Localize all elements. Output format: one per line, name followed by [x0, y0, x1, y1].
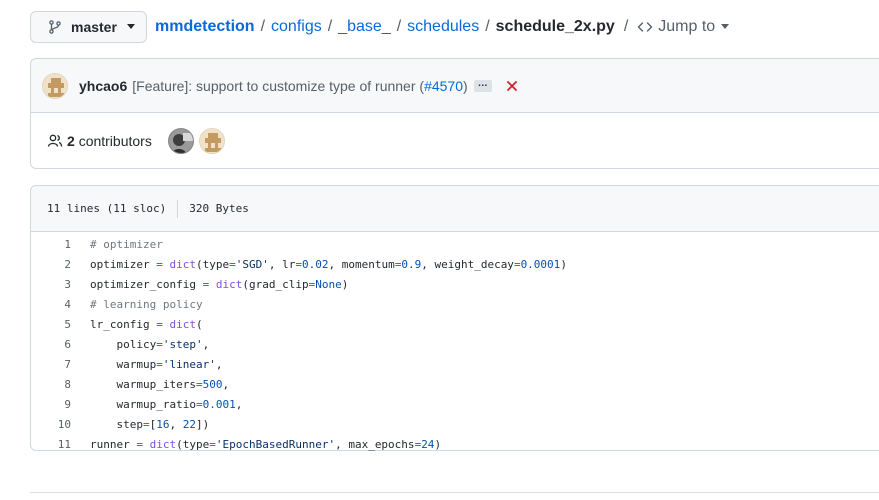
file-name: schedule_2x.py	[495, 17, 615, 35]
contributors-count: 2	[67, 133, 75, 149]
jump-to-label: Jump to	[658, 17, 716, 35]
branch-select-button[interactable]: master	[30, 10, 147, 43]
avatar[interactable]	[198, 128, 225, 154]
file-viewer: 11 lines (11 sloc) 320 Bytes 1 # optimize…	[30, 185, 879, 451]
commit-message[interactable]: [Feature]: support to customize type of …	[132, 78, 467, 94]
code-line: 4 # learning policy	[31, 294, 879, 314]
avatar[interactable]	[42, 72, 68, 99]
path-link-base[interactable]: _base_	[338, 18, 391, 36]
path-link-schedules[interactable]: schedules	[407, 18, 479, 36]
file-info-header: 11 lines (11 sloc) 320 Bytes	[31, 186, 879, 232]
line-number[interactable]: 8	[31, 378, 71, 391]
code-icon	[638, 21, 653, 32]
repo-link[interactable]: mmdetection	[155, 18, 255, 36]
jump-to-button[interactable]: Jump to	[637, 17, 730, 36]
line-number[interactable]: 2	[31, 258, 71, 271]
identicon-icon	[43, 73, 67, 98]
pull-request-link[interactable]: #4570	[424, 78, 463, 94]
line-number[interactable]: 10	[31, 418, 71, 431]
path-separator: /	[485, 17, 490, 35]
line-number[interactable]: 9	[31, 398, 71, 411]
file-info-divider	[177, 199, 179, 218]
latest-commit-row: yhcao6 [Feature]: support to customize t…	[31, 59, 879, 113]
code-line-content: runner = dict(type='EpochBasedRunner', m…	[90, 437, 442, 451]
contributor-avatars	[167, 128, 230, 154]
code-line-content: step=[16, 22])	[90, 417, 210, 431]
breadcrumb: master mmdetection / configs / _base_ / …	[30, 10, 730, 43]
branch-name: master	[71, 18, 117, 35]
path-separator: /	[396, 17, 402, 35]
code-line-content: policy='step',	[90, 337, 210, 351]
line-number[interactable]: 7	[31, 358, 71, 371]
code-line: 2 optimizer = dict(type='SGD', lr=0.02, m…	[31, 254, 879, 274]
git-branch-icon	[49, 19, 61, 34]
pr-open-paren: (	[415, 77, 425, 94]
code-line: 3 optimizer_config = dict(grad_clip=None)	[31, 274, 879, 294]
line-number[interactable]: 1	[31, 238, 71, 251]
file-path: mmdetection / configs / _base_ / schedul…	[155, 17, 730, 36]
expand-commit-message-button[interactable]: …	[473, 78, 492, 92]
code-line: 1 # optimizer	[31, 234, 879, 254]
contributors-link[interactable]: 2 contributors	[67, 133, 152, 149]
code-line-content: warmup_iters=500,	[90, 377, 230, 391]
avatar[interactable]	[167, 128, 194, 154]
code-line: 8 warmup_iters=500,	[31, 374, 879, 394]
people-icon	[47, 134, 63, 147]
x-icon	[506, 80, 517, 91]
code-line-content: # optimizer	[90, 237, 163, 251]
line-number[interactable]: 3	[31, 278, 71, 291]
path-separator: /	[327, 17, 333, 35]
code-line-content: lr_config = dict(	[90, 317, 203, 331]
latest-commit-box: yhcao6 [Feature]: support to customize t…	[30, 58, 879, 169]
line-number[interactable]: 6	[31, 338, 71, 351]
user-photo-icon	[168, 129, 193, 153]
contributors-row: 2 contributors	[31, 113, 879, 169]
path-separator: /	[260, 17, 266, 35]
path-separator: /	[623, 17, 629, 35]
commit-author-link[interactable]: yhcao6	[79, 78, 127, 94]
code-line-content: optimizer_config = dict(grad_clip=None)	[90, 277, 349, 291]
code-body: 1 # optimizer 2 optimizer = dict(type='SGD'…	[31, 232, 879, 454]
code-line: 6 policy='step',	[31, 334, 879, 354]
file-line-count: 11 lines (11 sloc)	[47, 202, 167, 215]
code-line: 5 lr_config = dict(	[31, 314, 879, 334]
code-line-content: warmup_ratio=0.001,	[90, 397, 243, 411]
code-line: 9 warmup_ratio=0.001,	[31, 394, 879, 414]
divider	[30, 492, 879, 493]
line-number[interactable]: 11	[31, 438, 71, 451]
build-status[interactable]	[506, 80, 518, 92]
identicon-icon	[199, 129, 224, 153]
chevron-down-icon	[126, 24, 135, 29]
code-line: 10 step=[16, 22])	[31, 414, 879, 434]
code-line-content: warmup='linear',	[90, 357, 223, 371]
commit-message-text: [Feature]: support to customize type of …	[132, 77, 416, 94]
chevron-down-icon	[721, 24, 730, 29]
code-line: 7 warmup='linear',	[31, 354, 879, 374]
pr-close-paren: )	[463, 77, 468, 94]
path-link-configs[interactable]: configs	[271, 18, 322, 36]
file-size: 320 Bytes	[189, 202, 249, 215]
code-line-content: optimizer = dict(type='SGD', lr=0.02, mo…	[90, 257, 567, 271]
line-number[interactable]: 5	[31, 318, 71, 331]
code-line-content: # learning policy	[90, 297, 203, 311]
code-line: 11 runner = dict(type='EpochBasedRunner',…	[31, 434, 879, 454]
line-number[interactable]: 4	[31, 298, 71, 311]
contributors-text: contributors	[78, 133, 152, 149]
